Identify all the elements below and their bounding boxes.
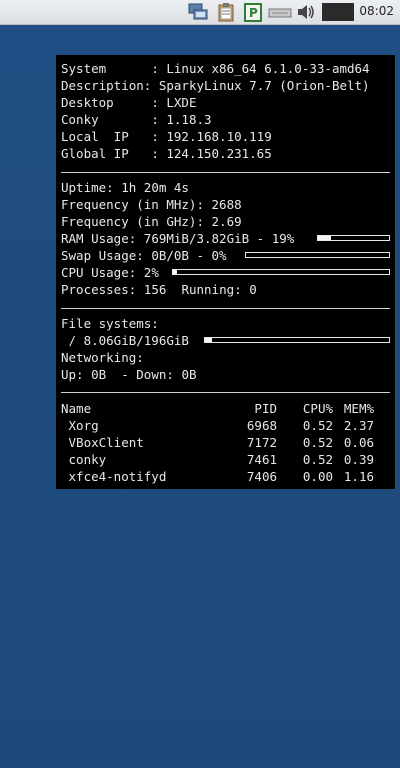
description-label: Description <box>61 78 144 93</box>
process-row: VBoxClient 7172 0.52 0.06 <box>61 434 390 451</box>
top-panel: P 08:02 <box>0 0 400 25</box>
processes-value: 156 <box>143 282 167 297</box>
process-row: xfce4-notifyd 7406 0.00 1.16 <box>61 468 390 485</box>
process-mem: 1.16 <box>343 469 374 484</box>
process-name: VBoxClient <box>61 435 144 450</box>
freq-ghz-label: Frequency (in GHz): <box>61 214 204 229</box>
process-pid: 6968 <box>246 418 277 433</box>
desktop-row: Desktop : LXDE <box>61 95 197 110</box>
local-ip-value: 192.168.10.119 <box>166 129 272 144</box>
divider <box>61 172 390 173</box>
volume-icon[interactable] <box>296 2 316 22</box>
header-mem: MEM% <box>343 401 374 416</box>
keyboard-icon[interactable] <box>268 2 292 22</box>
updater-letter: P <box>249 6 258 20</box>
global-ip-row: Global IP : 124.150.231.65 <box>61 146 272 161</box>
description-value: SparkyLinux 7.7 (Orion-Belt) <box>158 78 370 93</box>
running-label: Running: <box>181 282 242 297</box>
taskbar-indicator[interactable] <box>322 3 354 21</box>
ram-value: 769MiB/3.82GiB - 19% <box>143 231 295 246</box>
cpu-usage-fill <box>173 270 178 274</box>
swap-usage-bar <box>245 252 390 258</box>
swap-row: Swap Usage: 0B/0B - 0% <box>61 247 227 264</box>
process-pid: 7461 <box>246 452 277 467</box>
uptime-label: Uptime: <box>61 180 114 195</box>
process-name: Xorg <box>61 418 99 433</box>
network-icon[interactable] <box>188 2 208 22</box>
ram-label: RAM Usage: <box>61 231 137 246</box>
system-value: Linux x86_64 6.1.0-33-amd64 <box>166 61 370 76</box>
ram-usage-bar <box>317 235 390 241</box>
net-up-value: 0B <box>91 367 107 382</box>
conky-label: Conky <box>61 112 144 127</box>
net-header: Networking: <box>61 350 144 365</box>
system-row: System : Linux x86_64 6.1.0-33-amd64 <box>61 61 370 76</box>
process-row: Xorg 6968 0.52 2.37 <box>61 417 390 434</box>
conky-value: 1.18.3 <box>166 112 212 127</box>
cpu-label: CPU Usage: <box>61 265 137 280</box>
header-name: Name <box>61 401 92 416</box>
uptime-row: Uptime: 1h 20m 4s <box>61 179 189 196</box>
freq-ghz-row: Frequency (in GHz): 2.69 <box>61 213 242 230</box>
fs-root-value: / 8.06GiB/196GiB <box>61 333 189 348</box>
freq-mhz-value: 2688 <box>211 197 242 212</box>
process-pid: 7406 <box>246 469 277 484</box>
process-pid: 7172 <box>246 435 277 450</box>
process-cpu: 0.52 <box>302 452 333 467</box>
header-cpu: CPU% <box>302 401 333 416</box>
net-row: Up: 0B - Down: 0B <box>61 366 197 383</box>
process-table-header: Name PID CPU% MEM% <box>61 400 390 417</box>
net-down-label: - Down: <box>121 367 174 382</box>
freq-ghz-value: 2.69 <box>211 214 242 229</box>
processes-row: Processes: 156 Running: 0 <box>61 281 257 298</box>
process-table: Name PID CPU% MEM% Xorg 6968 0.52 2.37 V… <box>61 400 390 485</box>
desktop-label: Desktop <box>61 95 144 110</box>
process-mem: 0.39 <box>343 452 374 467</box>
process-cpu: 0.00 <box>302 469 333 484</box>
divider <box>61 392 390 393</box>
cpu-usage-bar <box>172 269 390 275</box>
global-ip-value: 124.150.231.65 <box>166 146 272 161</box>
conky-version-row: Conky : 1.18.3 <box>61 112 212 127</box>
net-up-label: Up: <box>61 367 84 382</box>
process-mem: 0.06 <box>343 435 374 450</box>
cpu-value: 2% <box>143 265 159 280</box>
ram-row: RAM Usage: 769MiB/3.82GiB - 19% <box>61 230 294 247</box>
global-ip-label: Global IP <box>61 146 144 161</box>
system-label: System <box>61 61 144 76</box>
net-down-value: 0B <box>181 367 197 382</box>
conky-widget: System : Linux x86_64 6.1.0-33-amd64 Des… <box>56 55 395 489</box>
desktop-value: LXDE <box>166 95 197 110</box>
local-ip-row: Local IP : 192.168.10.119 <box>61 129 272 144</box>
fs-usage-fill <box>205 338 213 342</box>
process-cpu: 0.52 <box>302 435 333 450</box>
cpu-row: CPU Usage: 2% <box>61 264 159 281</box>
processes-label: Processes: <box>61 282 137 297</box>
uptime-value: 1h 20m 4s <box>121 180 189 195</box>
description-row: Description: SparkyLinux 7.7 (Orion-Belt… <box>61 78 370 93</box>
running-value: 0 <box>249 282 257 297</box>
fs-header: File systems: <box>61 316 159 331</box>
clipboard-icon[interactable] <box>216 2 236 22</box>
local-ip-label: Local IP <box>61 129 144 144</box>
header-pid: PID <box>254 401 277 416</box>
process-cpu: 0.52 <box>302 418 333 433</box>
clock[interactable]: 08:02 <box>359 4 394 18</box>
process-mem: 2.37 <box>343 418 374 433</box>
process-name: conky <box>61 452 107 467</box>
freq-mhz-row: Frequency (in MHz): 2688 <box>61 196 242 213</box>
process-row: conky 7461 0.52 0.39 <box>61 451 390 468</box>
freq-mhz-label: Frequency (in MHz): <box>61 197 204 212</box>
swap-label: Swap Usage: <box>61 248 144 263</box>
ram-usage-fill <box>318 236 332 240</box>
package-updater-icon[interactable]: P <box>243 2 263 22</box>
process-name: xfce4-notifyd <box>61 469 167 484</box>
fs-usage-bar <box>204 337 390 343</box>
divider <box>61 308 390 309</box>
swap-value: 0B/0B - 0% <box>151 248 227 263</box>
